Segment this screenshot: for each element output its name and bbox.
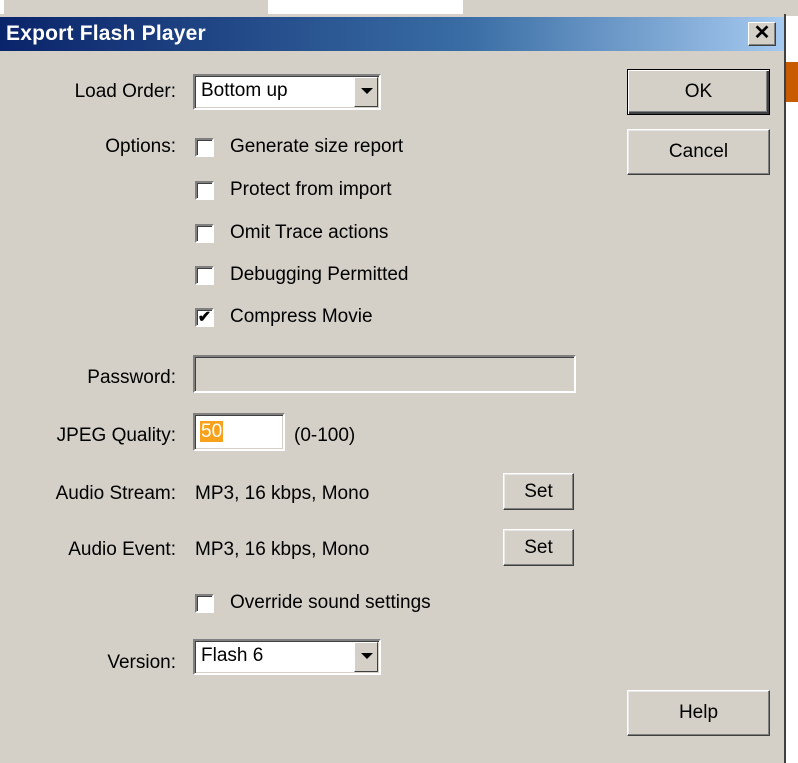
password-label: Password: [87, 367, 176, 388]
load-order-select[interactable]: Bottom up [193, 74, 381, 110]
audio-event-set-button[interactable]: Set [503, 529, 574, 566]
load-order-label: Load Order: [74, 81, 176, 102]
audio-stream-value: MP3, 16 kbps, Mono [195, 483, 370, 504]
omit-trace-actions-label: Omit Trace actions [230, 222, 389, 243]
jpeg-quality-input[interactable]: 50 [193, 413, 285, 451]
version-select[interactable]: Flash 6 [193, 639, 381, 675]
jpeg-quality-range: (0-100) [294, 425, 356, 446]
audio-stream-set-button[interactable]: Set [503, 473, 574, 510]
export-flash-dialog: Export Flash Player ✕ Load Order: Bottom… [0, 14, 786, 763]
generate-size-report-label: Generate size report [230, 136, 404, 157]
jpeg-quality-label: JPEG Quality: [56, 425, 176, 446]
title-bar: Export Flash Player ✕ [0, 17, 784, 51]
background-edge [786, 62, 798, 102]
close-icon: ✕ [753, 22, 771, 44]
load-order-value: Bottom up [201, 80, 288, 101]
debugging-permitted-checkbox[interactable] [195, 266, 214, 285]
version-label: Version: [107, 652, 176, 673]
checkmark-icon: ✔ [197, 309, 212, 326]
debugging-permitted-label: Debugging Permitted [230, 264, 409, 285]
chevron-down-icon[interactable] [354, 642, 378, 672]
audio-event-label: Audio Event: [68, 539, 176, 560]
protect-from-import-label: Protect from import [230, 179, 392, 200]
chevron-down-icon[interactable] [354, 77, 378, 107]
override-sound-settings-label: Override sound settings [230, 592, 431, 613]
omit-trace-actions-checkbox[interactable] [195, 224, 214, 243]
close-button[interactable]: ✕ [748, 22, 776, 46]
compress-movie-label: Compress Movie [230, 306, 373, 327]
dialog-title: Export Flash Player [6, 22, 206, 45]
audio-event-value: MP3, 16 kbps, Mono [195, 539, 370, 560]
compress-movie-checkbox[interactable]: ✔ [195, 308, 214, 327]
cancel-button[interactable]: Cancel [627, 129, 770, 175]
ok-button[interactable]: OK [627, 69, 770, 115]
help-button[interactable]: Help [627, 690, 770, 736]
generate-size-report-checkbox[interactable] [195, 138, 214, 157]
jpeg-quality-value: 50 [200, 421, 224, 442]
version-value: Flash 6 [201, 645, 264, 666]
audio-stream-label: Audio Stream: [55, 483, 176, 504]
protect-from-import-checkbox[interactable] [195, 181, 214, 200]
options-label: Options: [105, 136, 176, 157]
password-input[interactable] [193, 355, 576, 393]
override-sound-settings-checkbox[interactable] [195, 594, 214, 613]
